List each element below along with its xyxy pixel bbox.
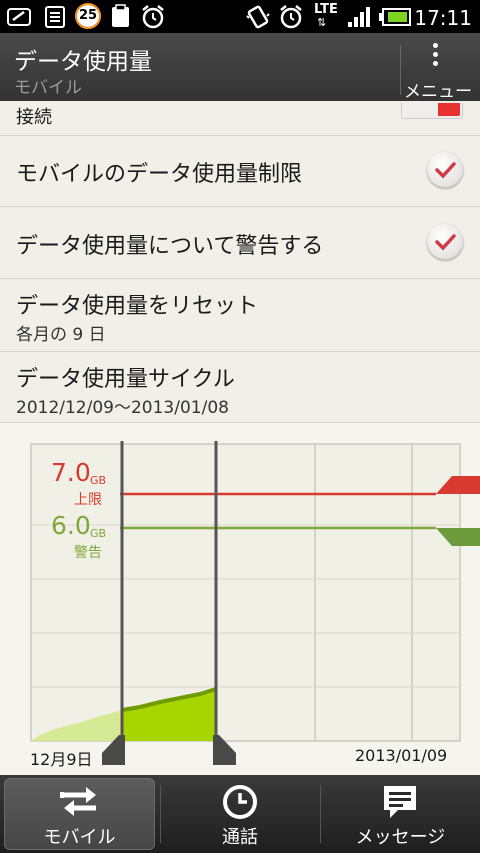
sync-icon — [7, 8, 31, 26]
clock-icon — [223, 785, 257, 819]
cycle-subtitle: 2012/12/09～2013/01/08 — [16, 398, 229, 418]
tab-messages-label: メッセージ — [355, 827, 446, 848]
alarm-icon — [280, 5, 302, 29]
mobile-limit-label: モバイルのデータ使用量制限 — [16, 162, 303, 187]
clipboard-icon — [112, 4, 129, 27]
cycle-title: データ使用量サイクル — [16, 367, 235, 392]
list-item-mobile-limit[interactable]: モバイルのデータ使用量制限 — [0, 135, 480, 207]
chart-start-date: 12月9日 — [30, 750, 93, 769]
warning-label: データ使用量について警告する — [16, 234, 324, 259]
message-icon — [384, 786, 416, 818]
mobile-limit-checkbox[interactable] — [426, 151, 464, 189]
page-subtitle: モバイル — [14, 78, 82, 98]
reset-title: データ使用量をリセット — [16, 294, 259, 319]
overflow-menu-icon — [433, 43, 439, 70]
list-item-cycle[interactable]: データ使用量サイクル 2012/12/09～2013/01/08 — [0, 352, 480, 423]
menu-button[interactable]: メニュー — [401, 33, 480, 102]
tab-calls[interactable]: 通話 — [161, 775, 319, 853]
toggle-switch[interactable] — [401, 103, 463, 119]
limit-value: 7.0 — [51, 458, 91, 487]
checkmark-icon — [435, 234, 456, 251]
tab-mobile-label: モバイル — [43, 827, 116, 848]
warning-unit: GB — [90, 527, 107, 540]
bottom-tab-bar: モバイル 通話 メッセージ — [0, 775, 480, 853]
list-item-reset[interactable]: データ使用量をリセット 各月の 9 日 — [0, 279, 480, 352]
transfer-arrows-icon — [60, 787, 96, 816]
connection-label: 接続 — [16, 107, 52, 128]
vibrate-icon — [246, 5, 270, 29]
checkmark-icon — [435, 162, 456, 179]
battery-icon — [379, 8, 411, 26]
reset-subtitle: 各月の 9 日 — [16, 325, 106, 345]
warning-label: 警告 — [74, 545, 102, 561]
status-bar: 25 LTE ⇅ 17:11 — [0, 0, 480, 33]
notification-count: 25 — [78, 8, 98, 23]
signal-icon — [348, 7, 370, 27]
lte-label: LTE — [314, 2, 338, 17]
chart-end-date: 2013/01/09 — [355, 746, 448, 765]
menu-label: メニュー — [404, 82, 472, 102]
usage-chart[interactable]: 7.0 GB 上限 6.0 GB 警告 12月9日 2013/01/09 — [0, 423, 480, 775]
warning-checkbox[interactable] — [426, 223, 464, 261]
limit-label: 上限 — [74, 492, 102, 508]
tab-calls-label: 通話 — [222, 827, 258, 848]
alarm-icon — [142, 5, 164, 29]
page-title: データ使用量 — [14, 49, 152, 75]
limit-unit: GB — [90, 474, 107, 487]
action-bar: データ使用量 モバイル メニュー — [0, 33, 480, 102]
list-item-warning[interactable]: データ使用量について警告する — [0, 207, 480, 279]
lte-icon: LTE ⇅ — [313, 2, 341, 30]
notes-icon — [45, 6, 65, 28]
data-arrows-icon: ⇅ — [317, 16, 327, 29]
status-clock: 17:11 — [414, 6, 472, 30]
tab-mobile[interactable]: モバイル — [4, 778, 155, 850]
tab-messages[interactable]: メッセージ — [321, 775, 480, 853]
warning-value: 6.0 — [51, 511, 91, 540]
calendar-badge-icon: 25 — [75, 3, 101, 29]
